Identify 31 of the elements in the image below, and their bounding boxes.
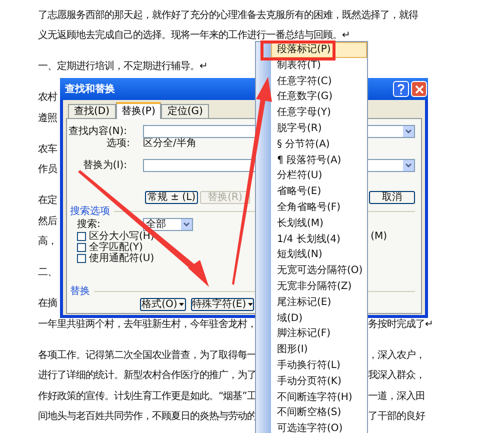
text-line: 进行了详细的统计。新型农村合作医疗的推广，为了 bbox=[38, 370, 256, 381]
text-line: ，深入农户， bbox=[368, 348, 425, 362]
text-line: 农车 bbox=[38, 144, 57, 154]
text-line: 我深入群众， bbox=[368, 368, 425, 383]
text-line: 了志愿服务西部的那天起，就作好了充分的心理准备去克服所有的困难，既然选择了，就得 bbox=[38, 10, 418, 20]
options-text: 区分全/半角 bbox=[143, 136, 196, 150]
checkbox-label: 使用通配符(U) bbox=[89, 252, 154, 266]
field-label: 查找内容(N): bbox=[67, 124, 127, 138]
text-line: 高， bbox=[38, 236, 57, 247]
text-line: 遵照 bbox=[38, 112, 57, 124]
field-label: 搜索: bbox=[77, 218, 102, 231]
text-line: 在定 bbox=[38, 195, 57, 206]
text-line: 在摘 bbox=[38, 298, 57, 309]
field-label: 选项: bbox=[106, 136, 130, 150]
dropdown-value: 全部 bbox=[146, 218, 166, 231]
text-line: 作员 bbox=[38, 164, 57, 175]
text-line: 然后 bbox=[38, 216, 57, 226]
checkbox-label: (M) bbox=[370, 230, 387, 244]
text-line: 务按时完成了↵ bbox=[368, 318, 433, 332]
text-line: 一道，深入田 bbox=[368, 390, 425, 404]
text-line: 农村 bbox=[38, 92, 57, 103]
text-line: 二、 bbox=[38, 267, 57, 278]
field-label: 替换为(I): bbox=[82, 158, 127, 173]
text-line: 了干部的良好 bbox=[368, 410, 425, 424]
text-line: 义无返顾地去完成自己的选择。现将一年来的工作进行一番总结与回顾。↵ bbox=[38, 30, 350, 41]
window-title: 查找和替换 bbox=[65, 82, 115, 96]
text-line: 一、定期进行培训，不定期进行辅导。↵ bbox=[38, 61, 208, 72]
checkbox-label: 全字匹配(Y) bbox=[89, 240, 143, 253]
section-heading: 替换 bbox=[70, 284, 90, 298]
section-heading: 搜索选项 bbox=[70, 204, 110, 218]
text-line: 一年里共驻两个村，去年驻新生村，今年驻舍龙村， bbox=[38, 318, 256, 330]
